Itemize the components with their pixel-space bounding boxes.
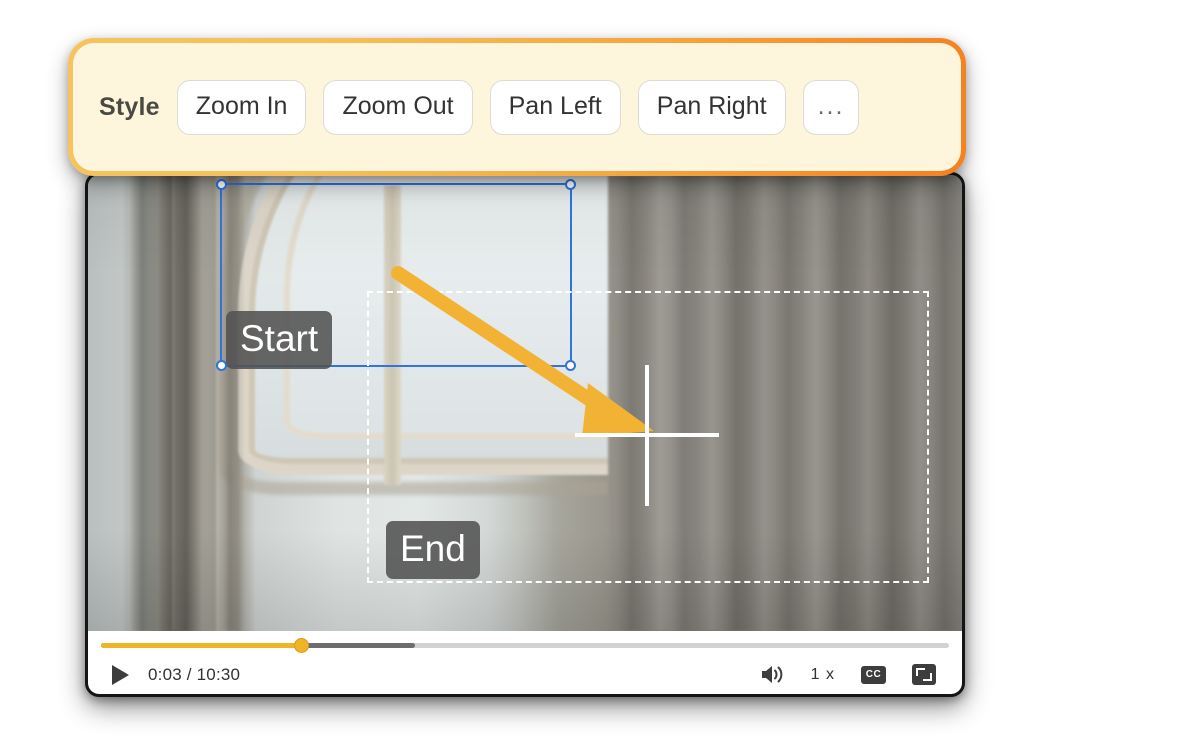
- style-option-pan-right[interactable]: Pan Right: [637, 79, 786, 135]
- controls-row: 0:03 / 10:30 1 x CC: [88, 655, 962, 694]
- style-option-zoom-out[interactable]: Zoom Out: [323, 79, 473, 135]
- start-handle-top-left[interactable]: [216, 179, 227, 190]
- volume-button[interactable]: [760, 664, 785, 685]
- volume-icon: [761, 666, 783, 683]
- end-region-label: End: [386, 521, 480, 579]
- style-option-more-button[interactable]: ...: [802, 79, 860, 135]
- style-option-zoom-in[interactable]: Zoom In: [176, 79, 307, 135]
- progress-scrubber[interactable]: [101, 638, 949, 653]
- captions-button[interactable]: CC: [861, 665, 886, 684]
- style-label: Style: [99, 92, 160, 121]
- video-frame[interactable]: Start End: [88, 175, 962, 631]
- playback-speed-button[interactable]: 1 x: [811, 666, 835, 684]
- video-player-card: Start End 0:03 / 10:30 1 x CC: [85, 172, 965, 697]
- start-handle-top-right[interactable]: [565, 179, 576, 190]
- progress-played: [101, 643, 302, 648]
- play-button[interactable]: [108, 663, 132, 687]
- time-display: 0:03 / 10:30: [148, 664, 241, 684]
- start-region-label: Start: [226, 311, 333, 369]
- player-controls-bar: 0:03 / 10:30 1 x CC: [88, 631, 962, 694]
- crosshair-vertical-icon: [645, 365, 649, 506]
- style-toolbar-inner: Style Zoom In Zoom Out Pan Left Pan Righ…: [73, 43, 961, 171]
- style-option-pan-left[interactable]: Pan Left: [489, 79, 621, 135]
- right-controls-group: 1 x CC: [760, 664, 936, 685]
- style-toolbar: Style Zoom In Zoom Out Pan Left Pan Righ…: [68, 38, 966, 176]
- play-icon: [111, 664, 129, 685]
- progress-knob[interactable]: [294, 638, 310, 653]
- screenshot-root: Start End 0:03 / 10:30 1 x CC Style Zoom…: [0, 0, 1200, 740]
- fullscreen-button[interactable]: [912, 664, 936, 685]
